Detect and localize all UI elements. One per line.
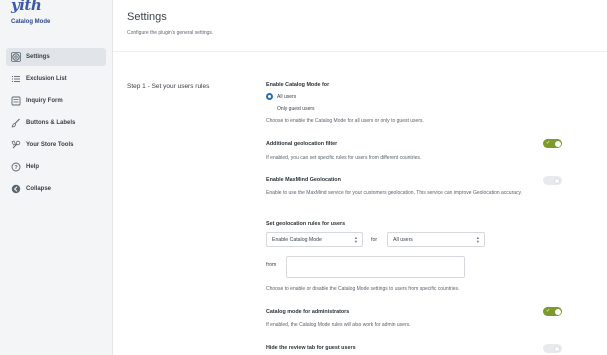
radio-all-users-label: All users	[277, 93, 297, 100]
review-tab-toggle[interactable]	[543, 344, 562, 353]
updown-caret-icon: ▴ ▾	[354, 235, 357, 244]
gear-icon	[11, 52, 21, 62]
tools-icon	[11, 140, 21, 150]
check-icon: ✓	[546, 308, 551, 314]
admins-label: Catalog mode for administrators	[266, 309, 350, 315]
form-icon	[11, 96, 21, 106]
enable-for-label: Enable Catalog Mode for	[266, 82, 330, 88]
sidebar-item-label: Exclusion List	[26, 76, 67, 82]
admins-toggle[interactable]: ✓	[543, 307, 562, 316]
toggle-knob	[554, 308, 561, 315]
main-content: Settings Configure the plugin's general …	[113, 0, 607, 355]
admins-description: If enabled, the Catalog Mode rules will …	[266, 322, 411, 328]
sidebar-item-exclusion-list[interactable]: Exclusion List	[6, 70, 106, 88]
geo-rules-description: Choose to enable or disable the Catalog …	[266, 286, 460, 292]
updown-caret-icon: ▴ ▾	[476, 235, 479, 244]
countries-input[interactable]	[286, 256, 465, 278]
geolocation-filter-description: If enabled, you can set specific rules f…	[266, 155, 422, 161]
radio-checked-icon[interactable]	[266, 93, 273, 100]
enable-for-description: Choose to enable the Catalog Mode for al…	[266, 118, 424, 124]
plugin-name: Catalog Mode	[11, 19, 51, 25]
sidebar-item-buttons-labels[interactable]: Buttons & Labels	[6, 114, 106, 132]
geo-users-select[interactable]: All users ▴ ▾	[387, 232, 485, 247]
page-description: Configure the plugin's general settings.	[127, 30, 214, 36]
sidebar-item-help[interactable]: ? Help	[6, 158, 106, 176]
help-icon: ?	[11, 162, 21, 172]
yith-logo: yith	[11, 0, 42, 14]
maxmind-toggle[interactable]	[543, 176, 562, 185]
svg-text:?: ?	[14, 165, 18, 171]
collapse-icon	[11, 184, 21, 194]
page-title: Settings	[127, 11, 167, 23]
geolocation-filter-label: Additional geolocation filter	[266, 141, 338, 147]
geo-action-value: Enable Catalog Mode	[272, 236, 322, 243]
brush-icon	[11, 118, 21, 128]
sidebar-item-collapse[interactable]: Collapse	[6, 180, 106, 198]
sidebar-item-label: Buttons & Labels	[26, 120, 76, 126]
geo-rules-label: Set geolocation rules for users	[266, 221, 346, 227]
radio-all-users[interactable]: All users	[266, 93, 296, 100]
radio-guest-users[interactable]: Only guest users	[266, 105, 315, 112]
from-label: from	[266, 262, 277, 268]
sidebar-item-label: Settings	[26, 54, 50, 60]
check-icon: ✓	[546, 140, 551, 146]
sidebar-item-label: Help	[26, 164, 40, 170]
for-label: for	[371, 237, 378, 243]
sidebar: yith Catalog Mode Settings Exclusion Lis…	[0, 0, 113, 355]
maxmind-label: Enable MaxMind Geolocation	[266, 177, 341, 183]
sidebar-item-store-tools[interactable]: Your Store Tools	[6, 136, 106, 154]
geo-users-value: All users	[393, 236, 413, 243]
sidebar-item-label: Inquiry Form	[26, 98, 63, 104]
geo-action-select[interactable]: Enable Catalog Mode ▴ ▾	[266, 232, 363, 247]
radio-guest-users-label: Only guest users	[277, 105, 315, 112]
maxmind-description: Enable to use the MaxMind service for yo…	[266, 190, 523, 196]
page-header: Settings Configure the plugin's general …	[113, 0, 607, 52]
sidebar-item-label: Collapse	[26, 186, 52, 192]
sidebar-item-label: Your Store Tools	[26, 142, 74, 148]
toggle-knob	[554, 345, 560, 352]
list-icon	[11, 74, 21, 84]
sidebar-item-settings[interactable]: Settings	[6, 48, 106, 66]
geolocation-filter-toggle[interactable]: ✓	[543, 139, 562, 148]
sidebar-item-inquiry-form[interactable]: Inquiry Form	[6, 92, 106, 110]
toggle-knob	[554, 140, 561, 147]
toggle-knob	[554, 177, 560, 184]
section-title: Step 1 - Set your users rules	[127, 83, 210, 90]
review-tab-label: Hide the review tab for guest users	[266, 345, 356, 351]
